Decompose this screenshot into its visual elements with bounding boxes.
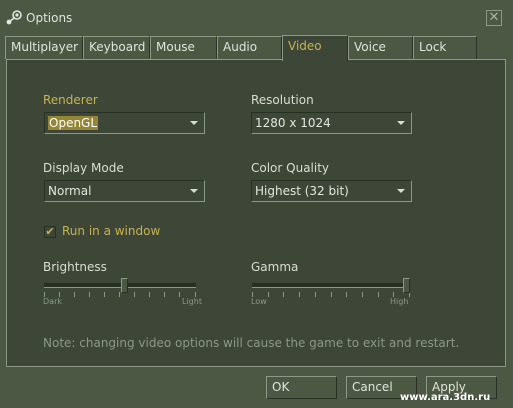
- ok-button[interactable]: OK: [266, 376, 337, 399]
- color-quality-value: Highest (32 bit): [255, 184, 349, 198]
- close-button[interactable]: ✕: [486, 10, 502, 26]
- window-title: Options: [26, 11, 73, 25]
- brightness-label: Brightness: [43, 260, 107, 274]
- chevron-down-icon: [397, 121, 405, 125]
- tab-label: Voice: [354, 40, 386, 54]
- color-quality-label: Color Quality: [251, 161, 330, 175]
- run-in-window-checkbox[interactable]: ✔: [44, 226, 56, 238]
- slider-track: [252, 283, 410, 288]
- gamma-label: Gamma: [251, 260, 299, 274]
- tab-label: Multiplayer: [11, 40, 79, 54]
- resolution-value: 1280 x 1024: [255, 116, 331, 130]
- slider-ticks: [252, 292, 410, 298]
- renderer-value: OpenGL: [48, 116, 99, 130]
- tab-keyboard[interactable]: Keyboard: [83, 36, 150, 59]
- resolution-dropdown[interactable]: 1280 x 1024: [251, 112, 412, 134]
- tab-mouse[interactable]: Mouse: [150, 36, 217, 59]
- tab-label: Video: [288, 39, 322, 53]
- display-mode-value: Normal: [48, 184, 92, 198]
- tab-label: Keyboard: [89, 40, 146, 54]
- brightness-slider[interactable]: [44, 276, 196, 300]
- gamma-slider-thumb[interactable]: [403, 278, 410, 293]
- tab-audio[interactable]: Audio: [217, 36, 282, 59]
- checkmark-icon: ✔: [45, 225, 55, 238]
- gamma-slider[interactable]: [252, 276, 410, 300]
- tab-voice[interactable]: Voice: [348, 36, 413, 59]
- display-mode-label: Display Mode: [43, 161, 124, 175]
- title-bar[interactable]: Options ✕: [0, 0, 513, 34]
- tab-label: Lock: [419, 40, 447, 54]
- tab-label: Mouse: [156, 40, 195, 54]
- slider-track: [44, 283, 196, 288]
- tab-bar: Multiplayer Keyboard Mouse Audio Video V…: [0, 35, 513, 61]
- tab-multiplayer[interactable]: Multiplayer: [5, 36, 83, 59]
- run-in-window-label[interactable]: Run in a window: [62, 224, 160, 238]
- gamma-max-label: High: [390, 297, 409, 306]
- close-icon: ✕: [488, 10, 500, 25]
- video-settings-panel: Renderer OpenGL Resolution 1280 x 1024 D…: [6, 59, 506, 367]
- renderer-dropdown[interactable]: OpenGL: [44, 112, 205, 134]
- renderer-label: Renderer: [43, 93, 98, 107]
- resolution-label: Resolution: [251, 93, 314, 107]
- steam-logo-icon: [6, 10, 22, 25]
- brightness-max-label: Light: [182, 297, 202, 306]
- tab-lock[interactable]: Lock: [413, 36, 477, 59]
- ok-label: OK: [272, 380, 290, 394]
- chevron-down-icon: [190, 189, 198, 193]
- brightness-slider-thumb[interactable]: [121, 278, 128, 293]
- cancel-label: Cancel: [352, 380, 393, 394]
- tab-label: Audio: [223, 40, 258, 54]
- watermark: www.ara.3dn.ru: [400, 392, 491, 403]
- gamma-min-label: Low: [251, 297, 267, 306]
- restart-note: Note: changing video options will cause …: [43, 336, 460, 350]
- chevron-down-icon: [397, 189, 405, 193]
- display-mode-dropdown[interactable]: Normal: [44, 180, 205, 202]
- tab-video[interactable]: Video: [282, 35, 348, 61]
- color-quality-dropdown[interactable]: Highest (32 bit): [251, 180, 412, 202]
- slider-ticks: [44, 292, 196, 298]
- chevron-down-icon: [190, 121, 198, 125]
- brightness-min-label: Dark: [43, 297, 62, 306]
